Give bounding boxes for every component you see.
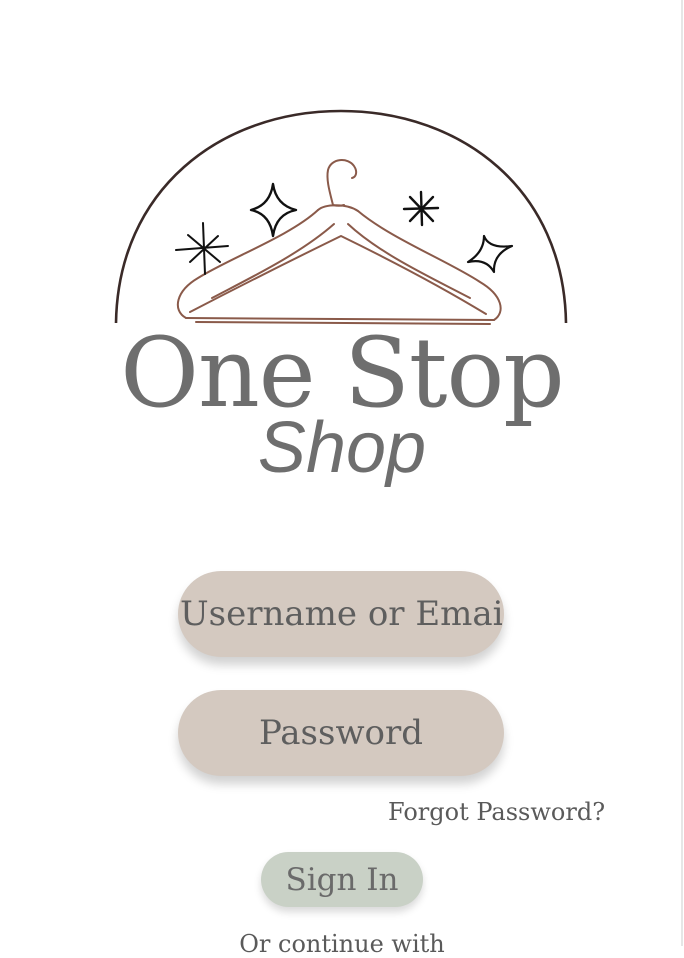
password-field[interactable] xyxy=(178,690,504,776)
username-field[interactable] xyxy=(178,571,504,657)
brand-subtitle: Shop xyxy=(257,408,427,488)
forgot-password-link[interactable]: Forgot Password? xyxy=(388,798,605,826)
sparkle-icon-1 xyxy=(249,182,298,238)
sign-in-button[interactable]: Sign In xyxy=(261,852,423,907)
sparkle-icon-3 xyxy=(402,190,440,227)
password-input[interactable] xyxy=(178,712,504,754)
username-input[interactable] xyxy=(178,593,504,635)
continue-with-label: Or continue with xyxy=(239,930,445,958)
sparkle-icon-4 xyxy=(466,234,514,274)
hanger-icon xyxy=(176,159,502,325)
